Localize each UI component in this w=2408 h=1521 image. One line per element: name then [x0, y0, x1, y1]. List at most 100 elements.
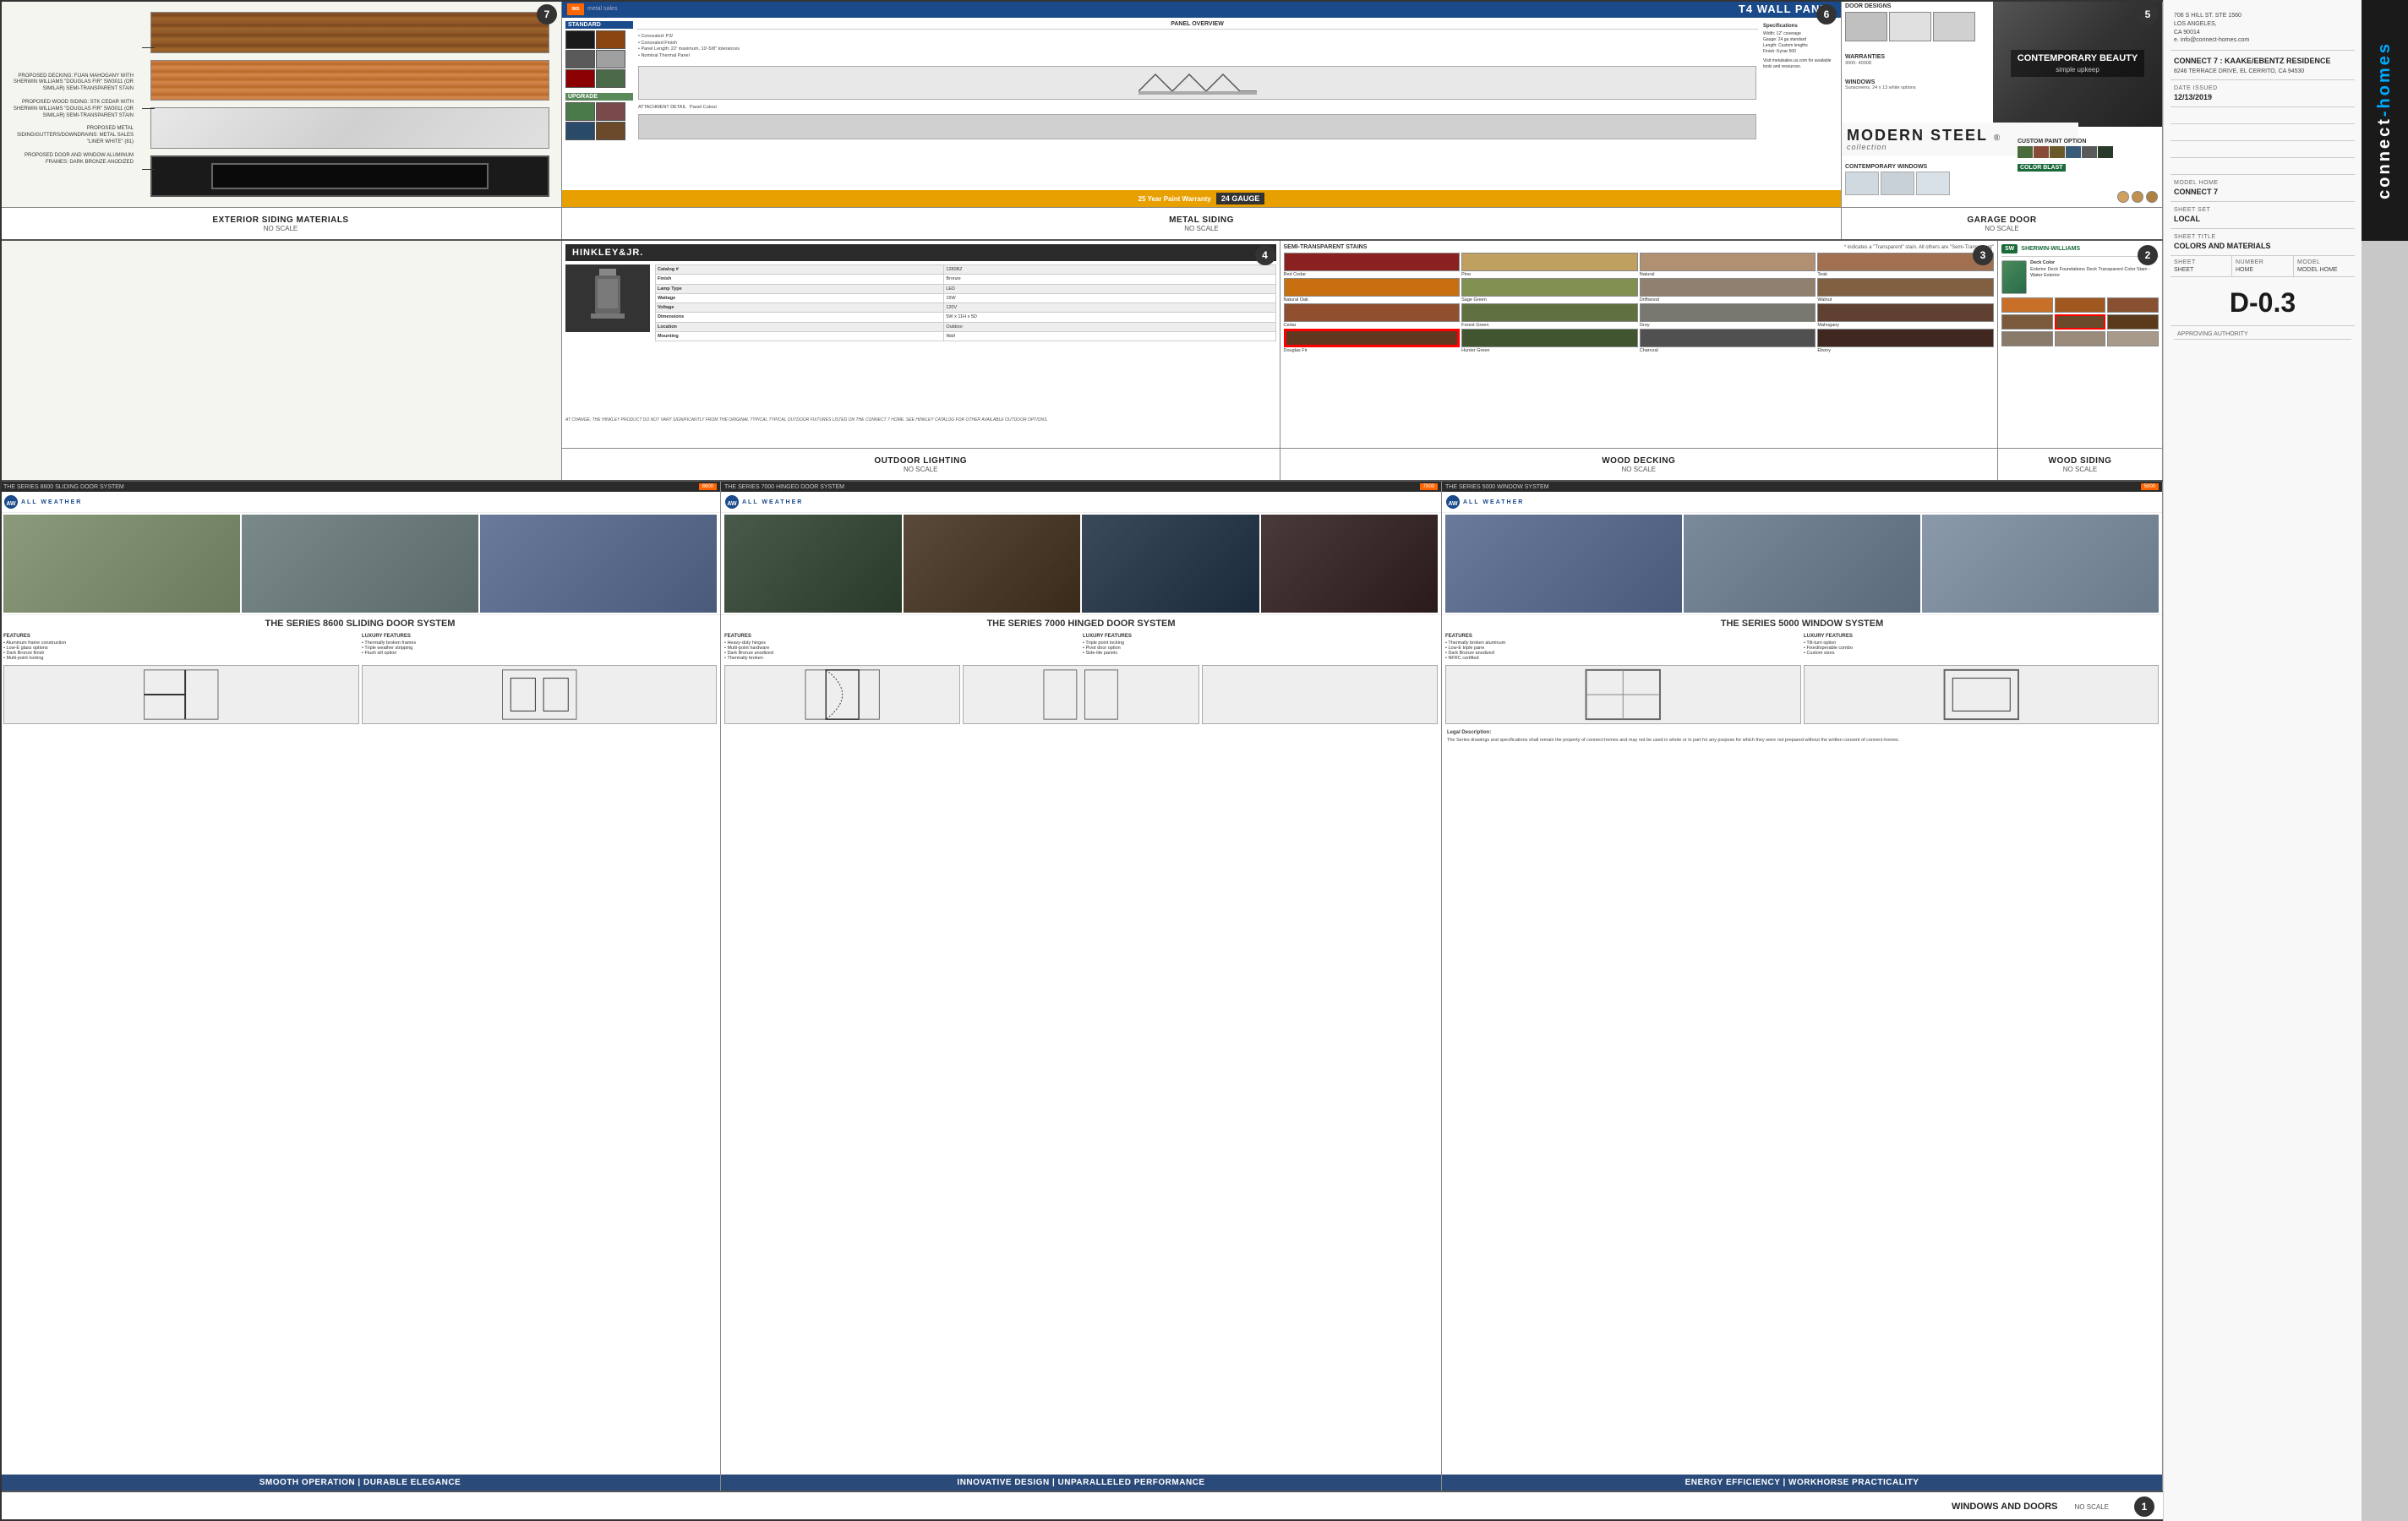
hinged-photo-2: [904, 515, 1081, 613]
wood-decking-badge: 3: [1973, 245, 1993, 265]
series-8600-badge: THE SERIES 8600 SLIDING DOOR SYSTEM: [3, 484, 124, 490]
hinged-photo-1: [724, 515, 902, 613]
window-photo-2: [1684, 515, 1920, 613]
garage-door-badge: 5: [2138, 4, 2158, 25]
address-block: 706 S HILL ST. STE 1560 LOS ANGELES, CA …: [2174, 12, 2351, 45]
panel-profile-diagram: [638, 66, 1756, 100]
lighting-note: AT CHANGE, THE HINKLEY PRODUCT DO NOT VA…: [565, 417, 1276, 422]
outdoor-lighting-badge: 4: [1255, 245, 1275, 265]
sw-swatch-3: [2107, 297, 2159, 313]
stain-col-2: Pine Sage Green Forest Green Hunter Gree…: [1461, 253, 1638, 428]
sliding-drawing-1: [3, 665, 359, 724]
upgrade-label: UPGRADE: [565, 93, 633, 101]
standard-colors: [565, 30, 633, 88]
metal-siding-header: IMS metal sales T4 WALL PANEL: [562, 0, 1841, 18]
panel-empty-left: [0, 241, 562, 480]
cb-swatch-2: [2034, 146, 2049, 158]
hinged-drawings: [721, 662, 1441, 727]
windows-doors-row: THE SERIES 8600 SLIDING DOOR SYSTEM 8600…: [0, 482, 2163, 1491]
window-luxury-col: LUXURY FEATURES • Tilt-turn option • Fix…: [1804, 634, 2159, 661]
stain-red-cedar-label: Red Cedar: [1284, 272, 1461, 277]
contemporary-beauty-banner: CONTEMPORARY BEAUTY simple upkeep: [2011, 50, 2144, 77]
spec-dim: Dimensions: [656, 313, 944, 322]
metal-siding-badge: 6: [1816, 4, 1837, 25]
sliding-photo-3: [480, 515, 717, 613]
address-line-2: LOS ANGELES,: [2174, 20, 2351, 29]
date-issued-label: DATE ISSUED: [2174, 85, 2351, 91]
stain-selected: [1284, 329, 1461, 347]
window-design-2: [1881, 172, 1914, 195]
wood-decking-content: SEMI-TRANSPARENT STAINS * indicates a "T…: [1280, 241, 1998, 448]
all-weather-text-hinged: ALL WEATHER: [742, 499, 803, 505]
deck-description: Exterior Deck Foundations Deck Transpare…: [2030, 267, 2159, 280]
stain-hunter-label: Hunter Green: [1461, 348, 1638, 353]
dot-1: [2117, 191, 2129, 203]
outdoor-lighting-label-bar: OUTDOOR LIGHTING NO SCALE: [562, 448, 1280, 480]
wood-siding-catalog: SW SHERWIN-WILLIAMS Deck Color Exterior …: [1998, 241, 2162, 480]
standard-label: STANDARD: [565, 21, 633, 29]
attachment-detail: ATTACHMENT DETAIL Panel Cutout: [636, 104, 1758, 111]
sliding-drawing-2: [362, 665, 718, 724]
stain-label: SEMI-TRANSPARENT STAINS: [1284, 244, 1368, 250]
sw-swatch-1: [2001, 297, 2053, 313]
stain-selected-label: Douglas Fir: [1284, 348, 1461, 353]
stain-driftwood: [1640, 278, 1816, 297]
bottom-row: THE SERIES 8600 SLIDING DOOR SYSTEM 8600…: [0, 482, 2163, 1521]
custom-paint-title: CUSTOM PAINT OPTION: [2018, 139, 2159, 144]
exterior-siding-sublabel: NO SCALE: [264, 225, 298, 232]
spec-finish: Finish: [656, 275, 944, 284]
spec-watt: Wattage: [656, 293, 944, 303]
stain-ebony-label: Ebony: [1817, 348, 1994, 353]
hinkley-header: HINKLEY&JR.: [565, 244, 1276, 261]
sw-swatch-4: [2001, 314, 2053, 330]
hinged-lux-3: • Side-lite panels: [1083, 651, 1438, 656]
sheet-number-row: SHEET SHEET NUMBER HOME MODEL MODEL HOME: [2170, 256, 2355, 277]
windows-doors-sublabel: NO SCALE: [2075, 1503, 2109, 1511]
all-weather-logo-window: AW: [1445, 494, 1461, 510]
stain-oak-label: Natural Oak: [1284, 297, 1461, 303]
approving-authority-label: APPROVING AUTHORITY: [2174, 330, 2351, 340]
sheet-col: SHEET SHEET: [2170, 256, 2232, 276]
address-section: 706 S HILL ST. STE 1560 LOS ANGELES, CA …: [2170, 7, 2355, 51]
sw-swatch-7: [2001, 331, 2053, 346]
upgrade-color-1: [565, 102, 595, 121]
content-area: PROPOSED DECKING: FIJAN MAHOGANY WITH SH…: [0, 0, 2163, 1521]
sliding-photos: [0, 513, 720, 614]
window-feat-title: FEATURES: [1445, 634, 1800, 639]
stain-walnut: [1817, 278, 1994, 297]
dash-text: -: [2375, 109, 2394, 117]
hinkley-brand: HINKLEY&JR.: [572, 248, 643, 258]
sliding-feat-title: FEATURES: [3, 634, 358, 639]
stain-forest-label: Forest Green: [1461, 323, 1638, 328]
hinged-feat-4: • Thermally broken: [724, 656, 1079, 661]
panel-metal-siding: IMS metal sales T4 WALL PANEL STANDARD: [562, 0, 1842, 239]
connect-text: connect: [2375, 117, 2394, 199]
window-system-title: THE SERIES 5000 WINDOW SYSTEM: [1442, 614, 2162, 632]
upgrade-color-3: [565, 122, 595, 140]
stain-footnote: * indicates a "Transparent" stain. All o…: [1844, 245, 1994, 250]
exterior-siding-badge: 7: [537, 4, 557, 25]
stain-teak-label: Teak: [1817, 272, 1994, 277]
panel-garage-door: CONTEMPORARY BEAUTY simple upkeep DOOR D…: [1842, 0, 2163, 239]
stain-cedar: [1284, 303, 1461, 322]
hinged-drawing-1: [724, 665, 960, 724]
window-design-3: [1916, 172, 1950, 195]
garage-door-label-bar: GARAGE DOOR NO SCALE: [1842, 207, 2162, 239]
spec-cat: Catalog #: [656, 265, 944, 275]
model-col: MODEL MODEL HOME: [2294, 256, 2355, 276]
sheet-col-label: SHEET: [2174, 259, 2228, 265]
lighting-layout: Catalog # 1280BZ Finish Bronze Lamp Type: [565, 264, 1276, 414]
windows-section: WINDOWS Sunscreens, 24 x 13 white option…: [1842, 76, 1990, 94]
stain-oak: [1284, 278, 1461, 297]
panel-window-system: THE SERIES 5000 WINDOW SYSTEM 5000 AW AL…: [1442, 482, 2163, 1491]
warranty-bar: 25 Year Paint Warranty 24 GAUGE: [562, 190, 1841, 207]
spec-loc-val: Outdoor: [944, 322, 1275, 331]
dot-2: [2132, 191, 2143, 203]
revision-row-1: [2170, 107, 2355, 124]
stain-cedar-label: Cedar: [1284, 323, 1461, 328]
arrow-1: [142, 47, 155, 48]
label-metal-siding: PROPOSED METAL SIDING/GUTTERS/DOWNDRAINS…: [11, 126, 138, 145]
model-col-value: MODEL HOME: [2297, 267, 2351, 273]
warranty-number: 3000- 40008: [1845, 61, 1986, 66]
sliding-subtitle: SMOOTH OPERATION | DURABLE ELEGANCE: [259, 1478, 461, 1487]
